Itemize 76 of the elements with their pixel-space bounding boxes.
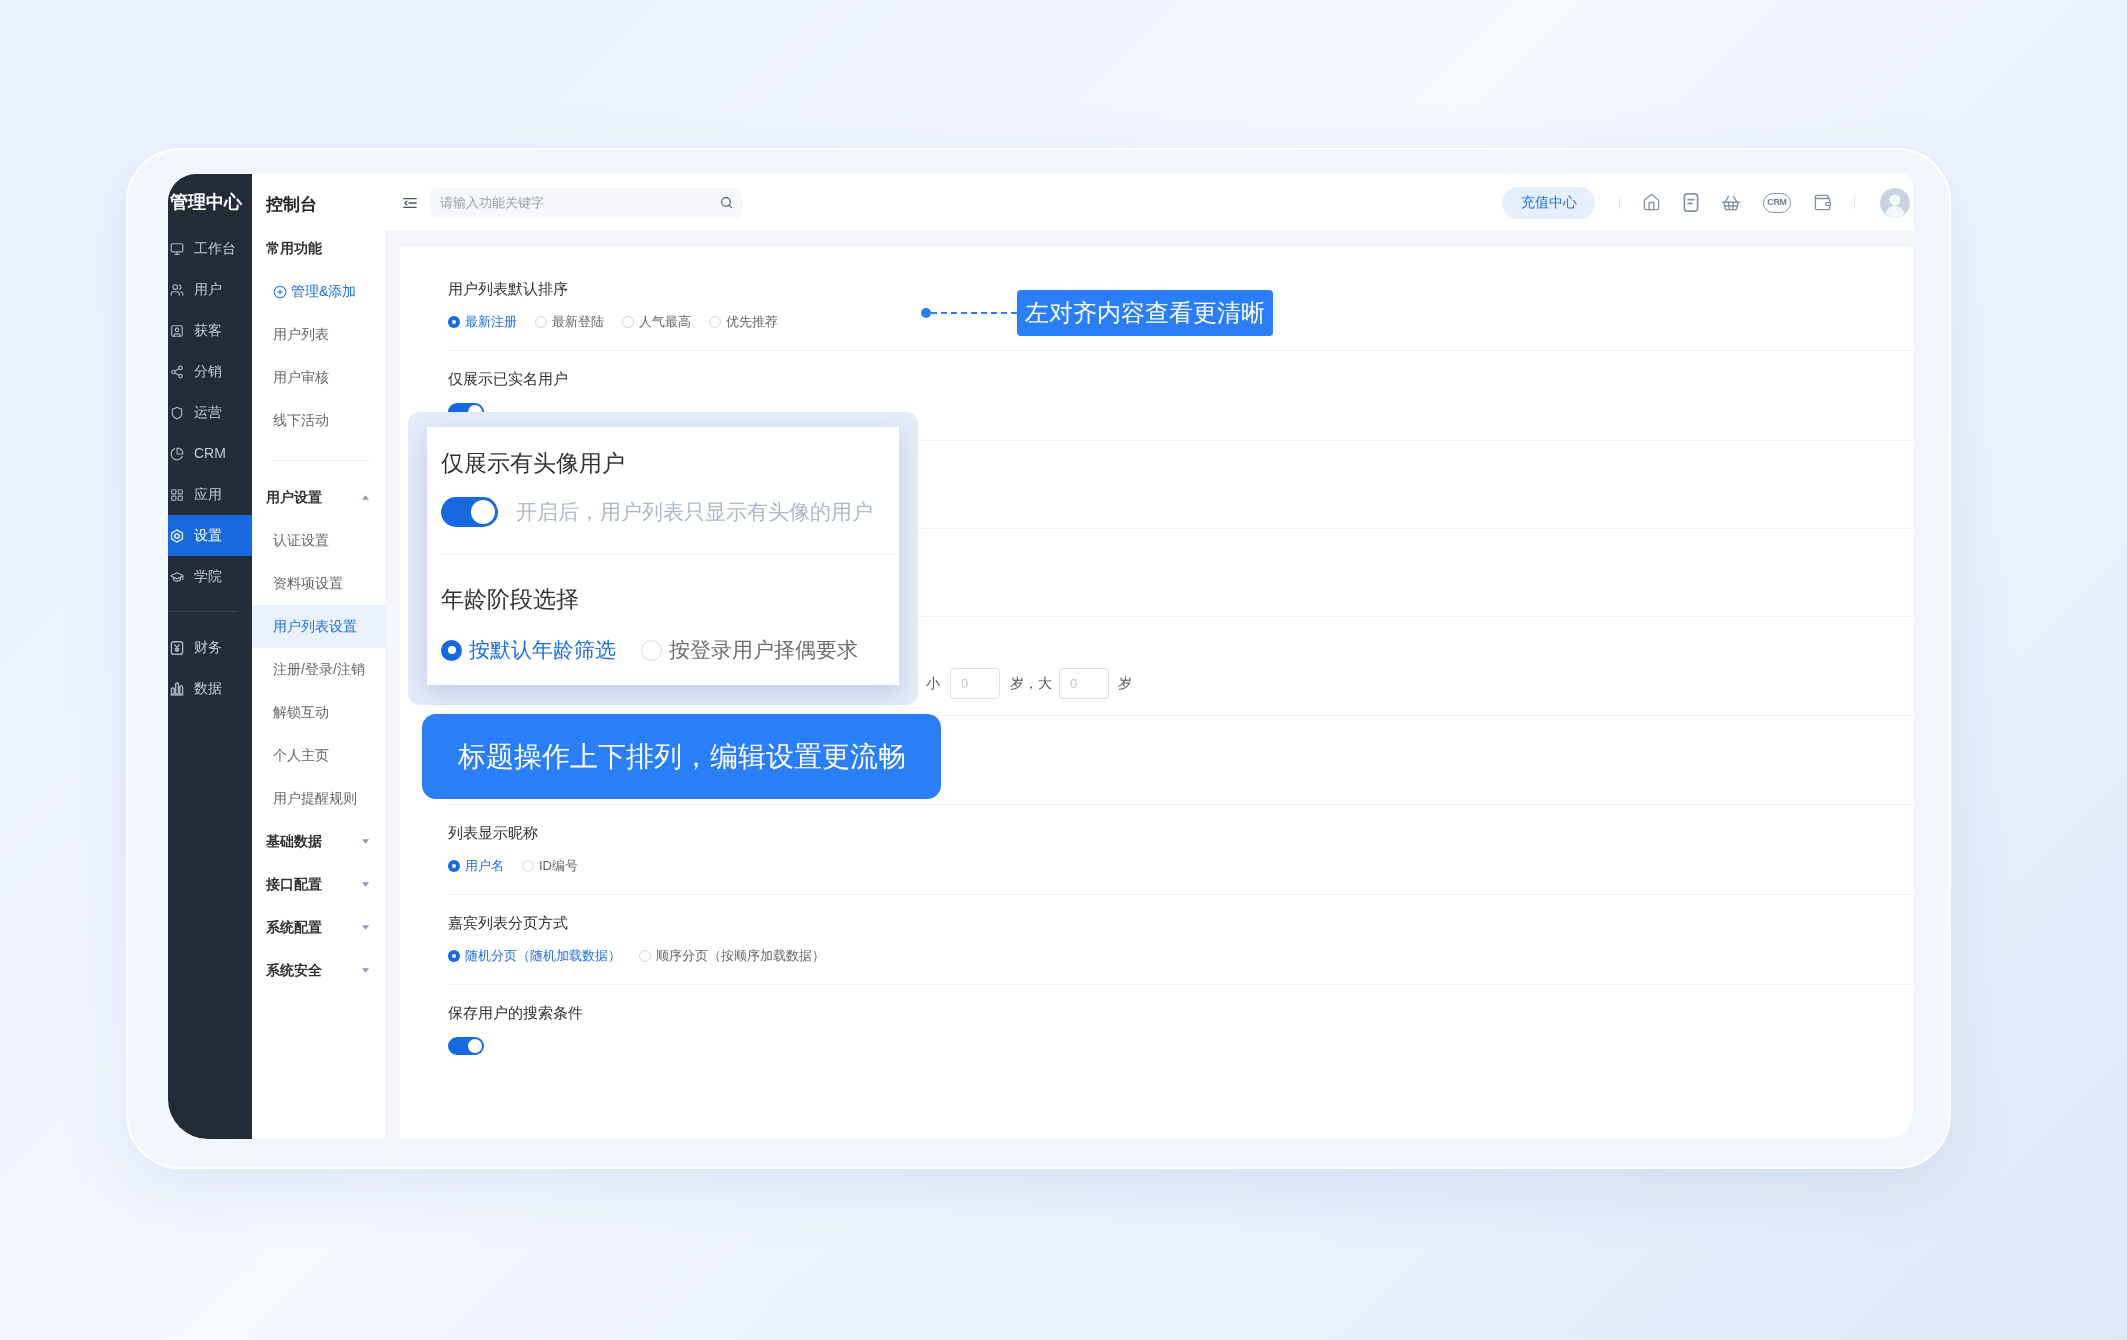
menu-icon[interactable] (403, 196, 417, 209)
sidebar-item[interactable]: 应用 (168, 474, 252, 515)
yen-icon (170, 640, 184, 655)
radio-option[interactable]: 最新登陆 (535, 312, 604, 332)
sidebar-item[interactable]: 设置 (168, 515, 252, 556)
subnav-item[interactable]: 用户提醒规则 (252, 777, 385, 820)
section-heading[interactable]: 接口配置 (252, 863, 385, 906)
add-link[interactable]: 管理&添加 (252, 270, 385, 313)
share-icon (170, 364, 184, 379)
callout-label: 左对齐内容查看更清晰 (1017, 290, 1273, 336)
range-label: 岁 (1118, 674, 1132, 693)
radio-option[interactable]: 顺序分页（按顺序加载数据） (639, 946, 825, 966)
input-field[interactable]: 0 (1059, 668, 1109, 699)
setting-title: 年龄阶段选择 (441, 585, 579, 613)
subnav-item[interactable]: 资料项设置 (252, 562, 385, 605)
radio-option[interactable]: 最新注册 (448, 312, 517, 332)
recharge-button[interactable]: 充值中心 (1502, 186, 1595, 219)
section-heading[interactable]: 用户设置 (252, 476, 385, 519)
sidebar-item[interactable]: 数据 (168, 668, 252, 709)
range-label: 小 (926, 674, 940, 693)
users-icon (170, 282, 184, 297)
section-heading[interactable]: 系统配置 (252, 906, 385, 949)
radio-option[interactable]: 按默认年龄筛选 (441, 636, 616, 664)
subnav-item[interactable]: 用户审核 (252, 356, 385, 399)
search-field[interactable]: 请输入功能关键字 (430, 187, 743, 218)
subnav-item[interactable]: 个人主页 (252, 734, 385, 777)
radio-option[interactable]: 用户名 (448, 856, 504, 876)
setting-title: 仅展示已实名用户 (448, 369, 568, 389)
radio-option[interactable]: 优先推荐 (709, 312, 778, 332)
input-field[interactable]: 0 (950, 668, 1000, 699)
document-icon[interactable] (1683, 193, 1699, 212)
monitor-icon (170, 241, 184, 256)
subnav-item[interactable]: 解锁互动 (252, 691, 385, 734)
section-heading[interactable]: 系统安全 (252, 949, 385, 992)
settings-icon (170, 528, 184, 543)
sidebar-item[interactable]: 用户 (168, 269, 252, 310)
grid-icon (170, 487, 184, 502)
section-heading[interactable]: 基础数据 (252, 820, 385, 863)
setting-title: 列表显示昵称 (448, 823, 538, 843)
sidebar-item[interactable]: 获客 (168, 310, 252, 351)
graduation-cap-icon (170, 569, 184, 584)
caption-banner: 标题操作上下排列，编辑设置更流畅 (422, 714, 941, 799)
setting-title: 保存用户的搜索条件 (448, 1003, 583, 1023)
toggle-switch[interactable] (448, 1037, 484, 1055)
sidebar-item[interactable]: 财务 (168, 627, 252, 668)
subnav-title: 控制台 (264, 194, 317, 216)
setting-title: 仅展示有头像用户 (441, 449, 625, 477)
setting-title: 用户列表默认排序 (448, 279, 568, 299)
subnav-item[interactable]: 用户列表设置 (252, 605, 385, 648)
setting-hint: 开启后，用户列表只显示有头像的用户 (516, 499, 873, 525)
shield-icon (170, 405, 184, 420)
bar-chart-icon (170, 681, 184, 696)
sidebar-item[interactable]: 工作台 (168, 228, 252, 269)
plus-circle-icon (273, 284, 287, 299)
toggle-switch[interactable] (441, 497, 498, 527)
section-heading: 常用功能 (265, 239, 323, 258)
sidebar-title: 管理中心 (169, 191, 242, 214)
subnav-item[interactable]: 认证设置 (252, 519, 385, 562)
search-icon[interactable] (720, 196, 733, 209)
home-icon[interactable] (1642, 193, 1661, 212)
range-label: 岁，大 (1010, 674, 1052, 693)
sidebar-item[interactable]: 分销 (168, 351, 252, 392)
subnav-item[interactable]: 注册/登录/注销 (252, 648, 385, 691)
wallet-icon[interactable] (1813, 193, 1832, 212)
sidebar-item[interactable]: 学院 (168, 556, 252, 597)
user-card-icon (170, 323, 184, 338)
pie-chart-icon (170, 446, 184, 461)
sidebar-item[interactable]: CRM (168, 433, 252, 474)
subnav-item[interactable]: 线下活动 (252, 399, 385, 442)
radio-option[interactable]: 随机分页（随机加载数据） (448, 946, 621, 966)
setting-title: 嘉宾列表分页方式 (448, 913, 568, 933)
sidebar-item[interactable]: 运营 (168, 392, 252, 433)
subnav-item[interactable]: 用户列表 (252, 313, 385, 356)
radio-option[interactable]: 人气最高 (622, 312, 691, 332)
radio-option[interactable]: ID编号 (522, 856, 578, 876)
radio-option[interactable]: 按登录用户择偶要求 (641, 636, 858, 664)
